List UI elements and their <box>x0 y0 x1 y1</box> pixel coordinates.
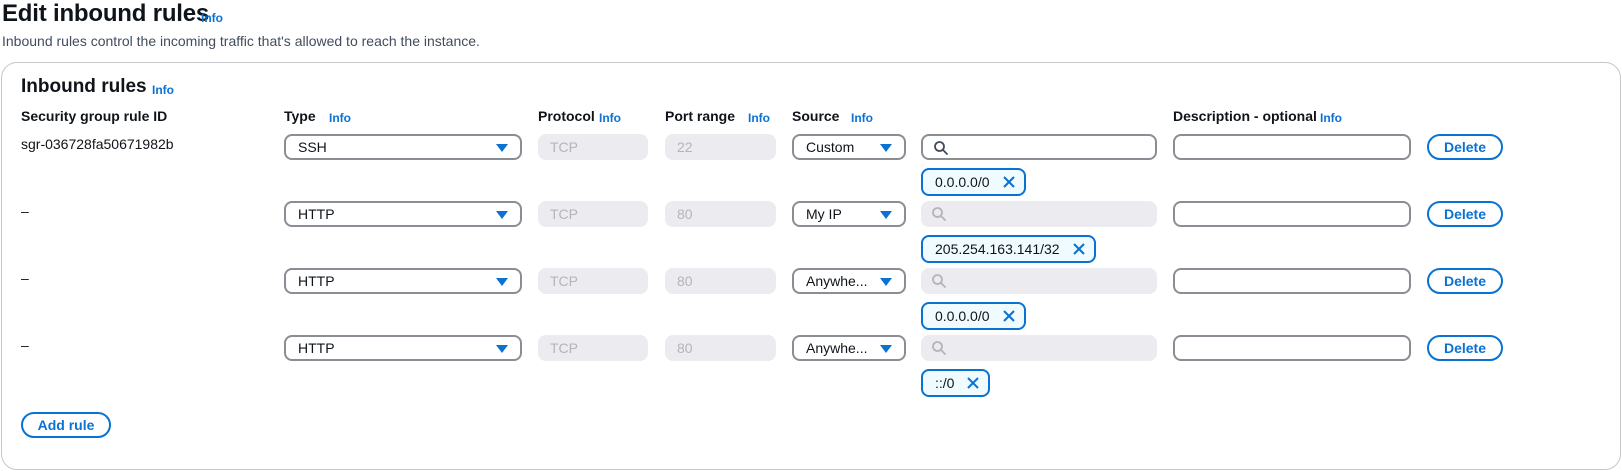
type-select-value: HTTP <box>298 206 335 222</box>
add-rule-button[interactable]: Add rule <box>21 412 111 438</box>
source-select[interactable]: My IP <box>792 201 906 227</box>
rule-id: – <box>21 203 29 219</box>
description-input[interactable] <box>1173 134 1411 160</box>
protocol-field: TCP <box>538 134 648 160</box>
port-range-field: 80 <box>665 268 776 294</box>
section-title-info-link[interactable]: Info <box>152 83 174 97</box>
protocol-field: TCP <box>538 268 648 294</box>
description-input[interactable] <box>1173 268 1411 294</box>
caret-down-icon <box>496 144 508 152</box>
cidr-search-input <box>921 268 1157 294</box>
column-header-rule-id: Security group rule ID <box>21 108 168 124</box>
search-icon <box>932 341 946 355</box>
cidr-token: ::/0 <box>921 369 991 397</box>
column-header-description: Description - optional <box>1173 108 1317 124</box>
delete-rule-button[interactable]: Delete <box>1427 134 1503 160</box>
close-icon[interactable] <box>1072 242 1086 256</box>
cidr-token-label: ::/0 <box>935 375 955 391</box>
caret-down-icon <box>880 345 892 353</box>
cidr-token: 0.0.0.0/0 <box>921 302 1026 330</box>
type-select[interactable]: HTTP <box>284 201 522 227</box>
port-range-field: 80 <box>665 201 776 227</box>
port-range-field: 80 <box>665 335 776 361</box>
column-header-protocol: Protocol <box>538 108 595 124</box>
description-info-link[interactable]: Info <box>1320 111 1342 125</box>
caret-down-icon <box>880 211 892 219</box>
cidr-search-input <box>921 335 1157 361</box>
source-select[interactable]: Custom <box>792 134 906 160</box>
search-icon <box>932 207 946 221</box>
cidr-token-label: 205.254.163.141/32 <box>935 241 1060 257</box>
source-select[interactable]: Anywhe... <box>792 335 906 361</box>
protocol-field: TCP <box>538 201 648 227</box>
source-select-value: My IP <box>806 206 842 222</box>
delete-rule-button[interactable]: Delete <box>1427 268 1503 294</box>
source-select-value: Anywhe... <box>806 273 868 289</box>
rule-id: sgr-036728fa50671982b <box>21 136 174 152</box>
source-select-value: Custom <box>806 139 855 155</box>
cidr-token-label: 0.0.0.0/0 <box>935 308 990 324</box>
cidr-token: 0.0.0.0/0 <box>921 168 1026 196</box>
caret-down-icon <box>880 144 892 152</box>
source-select-value: Anywhe... <box>806 340 868 356</box>
protocol-info-link[interactable]: Info <box>599 111 621 125</box>
search-icon <box>934 141 948 155</box>
column-header-port-range: Port range <box>665 108 736 124</box>
page-title-info-link[interactable]: Info <box>201 11 223 25</box>
type-select[interactable]: SSH <box>284 134 522 160</box>
search-icon <box>932 274 946 288</box>
close-icon[interactable] <box>966 376 980 390</box>
cidr-token-label: 0.0.0.0/0 <box>935 174 990 190</box>
rule-id: – <box>21 337 29 353</box>
source-info-link[interactable]: Info <box>851 111 873 125</box>
caret-down-icon <box>496 211 508 219</box>
type-select[interactable]: HTTP <box>284 335 522 361</box>
caret-down-icon <box>880 278 892 286</box>
port-range-field: 22 <box>665 134 776 160</box>
cidr-token: 205.254.163.141/32 <box>921 235 1096 263</box>
cidr-search-input[interactable] <box>921 134 1157 160</box>
rule-id: – <box>21 270 29 286</box>
close-icon[interactable] <box>1002 175 1016 189</box>
type-select-value: SSH <box>298 139 327 155</box>
cidr-search-input <box>921 201 1157 227</box>
source-select[interactable]: Anywhe... <box>792 268 906 294</box>
description-input[interactable] <box>1173 335 1411 361</box>
type-select-value: HTTP <box>298 273 335 289</box>
column-header-source: Source <box>792 108 840 124</box>
description-input[interactable] <box>1173 201 1411 227</box>
delete-rule-button[interactable]: Delete <box>1427 335 1503 361</box>
caret-down-icon <box>496 278 508 286</box>
section-title: Inbound rules <box>21 76 147 97</box>
type-info-link[interactable]: Info <box>329 111 351 125</box>
delete-rule-button[interactable]: Delete <box>1427 201 1503 227</box>
close-icon[interactable] <box>1002 309 1016 323</box>
port-range-info-link[interactable]: Info <box>748 111 770 125</box>
column-header-type: Type <box>284 108 316 124</box>
protocol-field: TCP <box>538 335 648 361</box>
type-select[interactable]: HTTP <box>284 268 522 294</box>
page-description: Inbound rules control the incoming traff… <box>2 33 480 49</box>
page-title: Edit inbound rules <box>2 0 210 27</box>
caret-down-icon <box>496 345 508 353</box>
type-select-value: HTTP <box>298 340 335 356</box>
